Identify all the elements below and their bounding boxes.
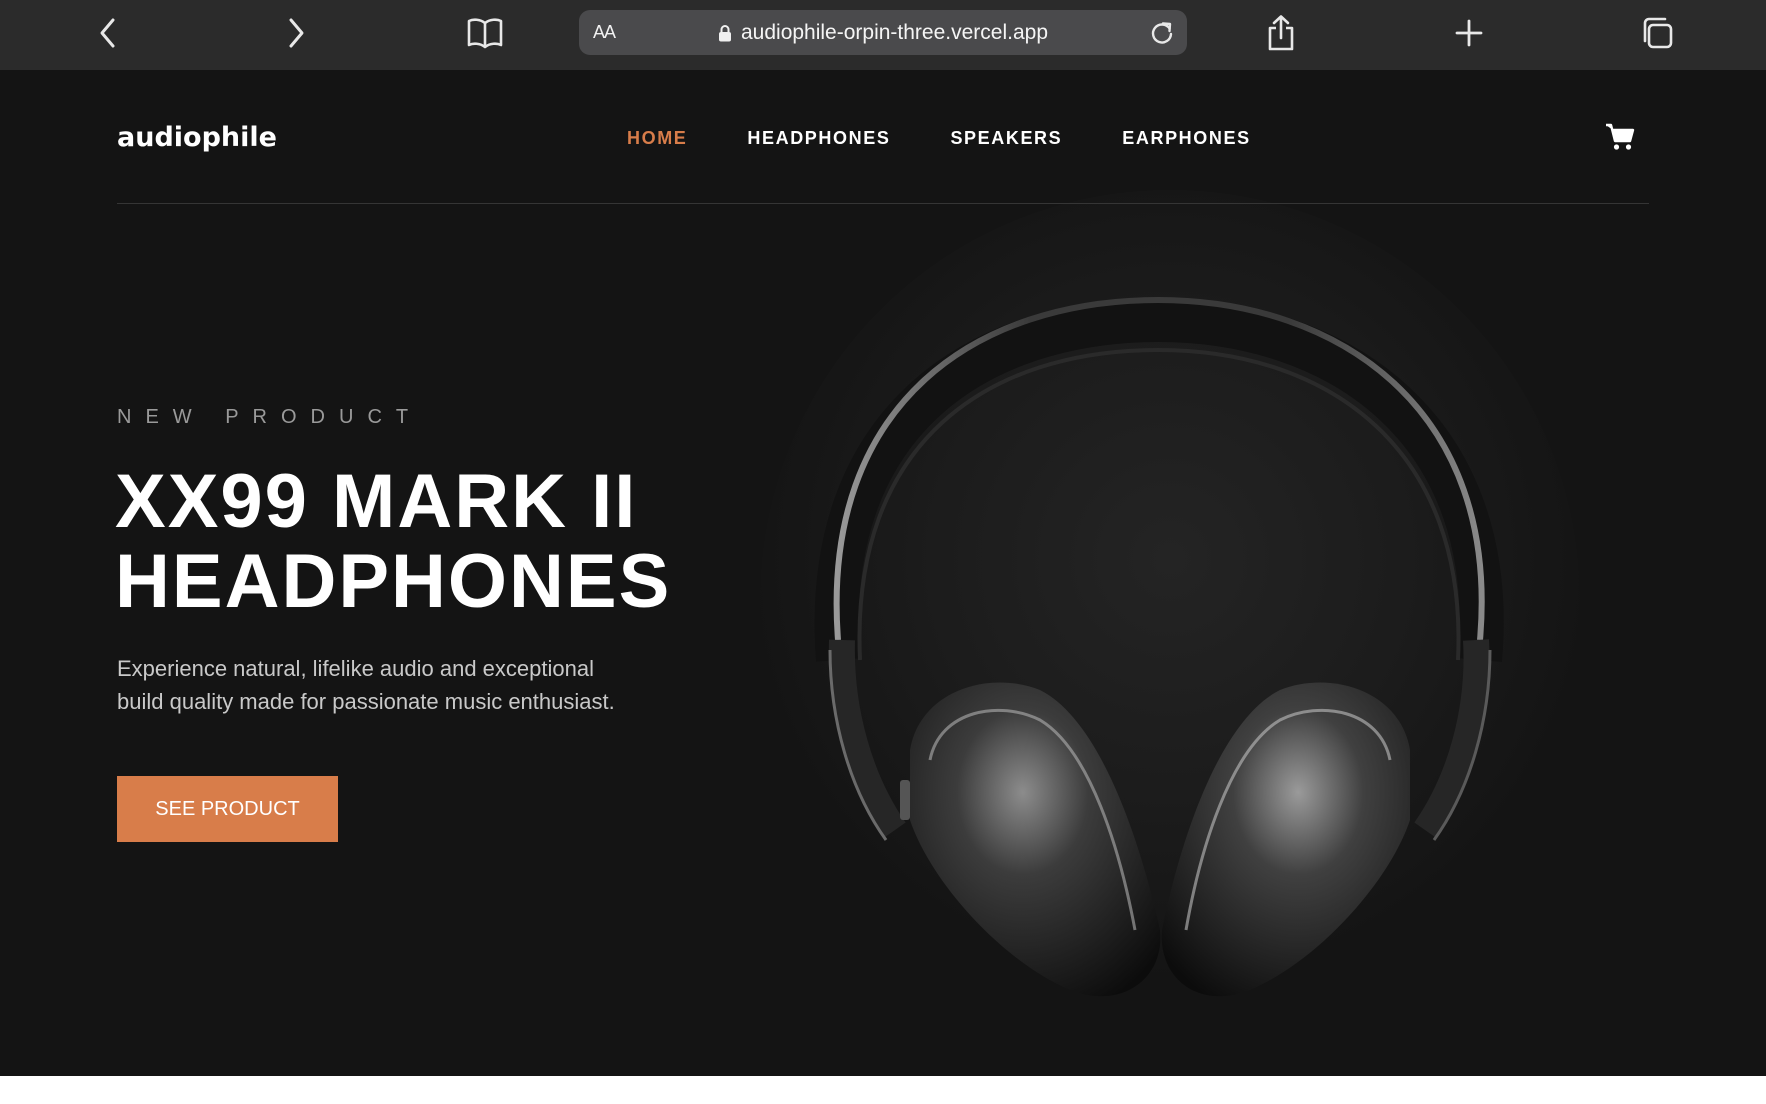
site-header: audiophile HOME HEADPHONES SPEAKERS EARP… bbox=[117, 70, 1649, 204]
hero-overline: NEW PRODUCT bbox=[117, 406, 423, 428]
page-bottom-edge bbox=[0, 1076, 1766, 1104]
headphones-image bbox=[814, 296, 1504, 997]
url-text: audiophile-orpin-three.vercel.app bbox=[740, 20, 1049, 44]
page: audiophile HOME HEADPHONES SPEAKERS EARP… bbox=[0, 70, 1766, 1076]
logo[interactable]: audiophile bbox=[117, 122, 277, 153]
nav-speakers[interactable]: SPEAKERS bbox=[950, 126, 1062, 150]
reload-icon[interactable] bbox=[1147, 18, 1177, 48]
hero-description-line-2: build quality made for passionate music … bbox=[117, 689, 615, 714]
nav-headphones[interactable]: HEADPHONES bbox=[747, 126, 890, 150]
main-nav: HOME HEADPHONES SPEAKERS EARPHONES bbox=[627, 126, 1311, 150]
address-bar[interactable]: AA audiophile-orpin-three.vercel.app bbox=[579, 10, 1187, 55]
hero-title: XX99 MARK II HEADPHONES bbox=[115, 462, 671, 622]
hero-title-line-2: HEADPHONES bbox=[115, 539, 672, 624]
hero-description: Experience natural, lifelike audio and e… bbox=[117, 652, 677, 718]
see-product-button[interactable]: SEE PRODUCT bbox=[117, 776, 338, 842]
nav-home[interactable]: HOME bbox=[627, 126, 687, 150]
browser-toolbar: AA audiophile-orpin-three.vercel.app bbox=[0, 0, 1766, 70]
forward-icon[interactable] bbox=[270, 10, 322, 56]
nav-earphones[interactable]: EARPHONES bbox=[1122, 126, 1250, 150]
hero-description-line-1: Experience natural, lifelike audio and e… bbox=[117, 656, 594, 681]
lock-icon bbox=[718, 24, 732, 42]
new-tab-icon[interactable] bbox=[1443, 10, 1495, 56]
cart-icon[interactable] bbox=[1603, 120, 1637, 154]
tabs-icon[interactable] bbox=[1631, 10, 1683, 56]
bookmarks-icon[interactable] bbox=[459, 10, 511, 56]
share-icon[interactable] bbox=[1255, 10, 1307, 56]
back-icon[interactable] bbox=[82, 10, 134, 56]
hero-title-line-1: XX99 MARK II bbox=[115, 459, 638, 544]
